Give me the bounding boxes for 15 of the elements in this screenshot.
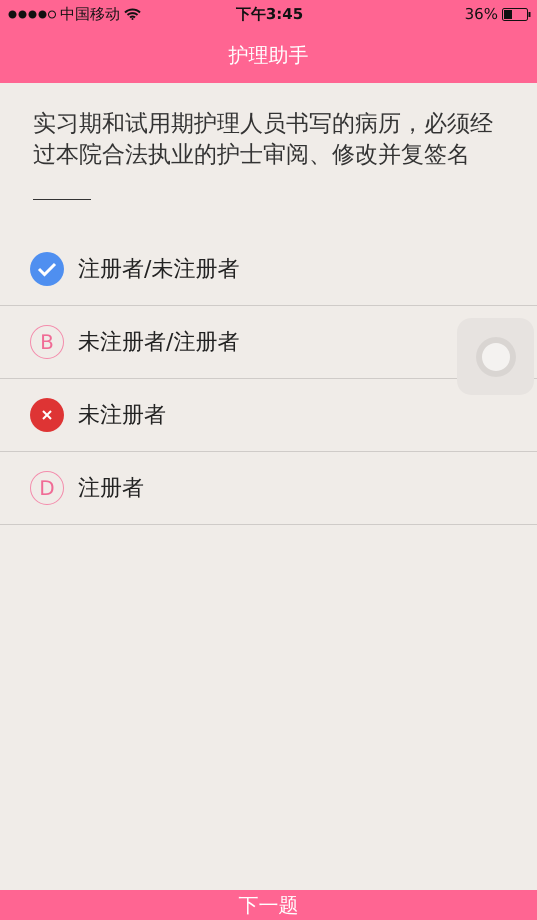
battery-icon <box>502 8 531 20</box>
option-text[interactable]: 注册者 <box>78 473 144 503</box>
check-icon[interactable] <box>30 252 64 286</box>
circle-icon <box>474 334 518 378</box>
clock-time: 下午3:45 <box>236 4 304 22</box>
signal-icon <box>8 10 56 18</box>
screen-title: 护理助手 <box>228 42 308 69</box>
battery-percent: 36% <box>464 5 498 23</box>
option-text[interactable]: 未注册者 <box>78 400 166 430</box>
wifi-icon <box>124 8 141 20</box>
cross-icon[interactable] <box>30 398 64 432</box>
option-text[interactable]: 未注册者/注册者 <box>78 327 240 357</box>
question-text: 实习期和试用期护理人员书写的病历，必须经过本院合法执业的护士审阅、修改并复签名 <box>32 110 494 170</box>
option-text[interactable]: 注册者/未注册者 <box>78 254 240 284</box>
carrier-name: 中国移动 <box>60 4 120 24</box>
